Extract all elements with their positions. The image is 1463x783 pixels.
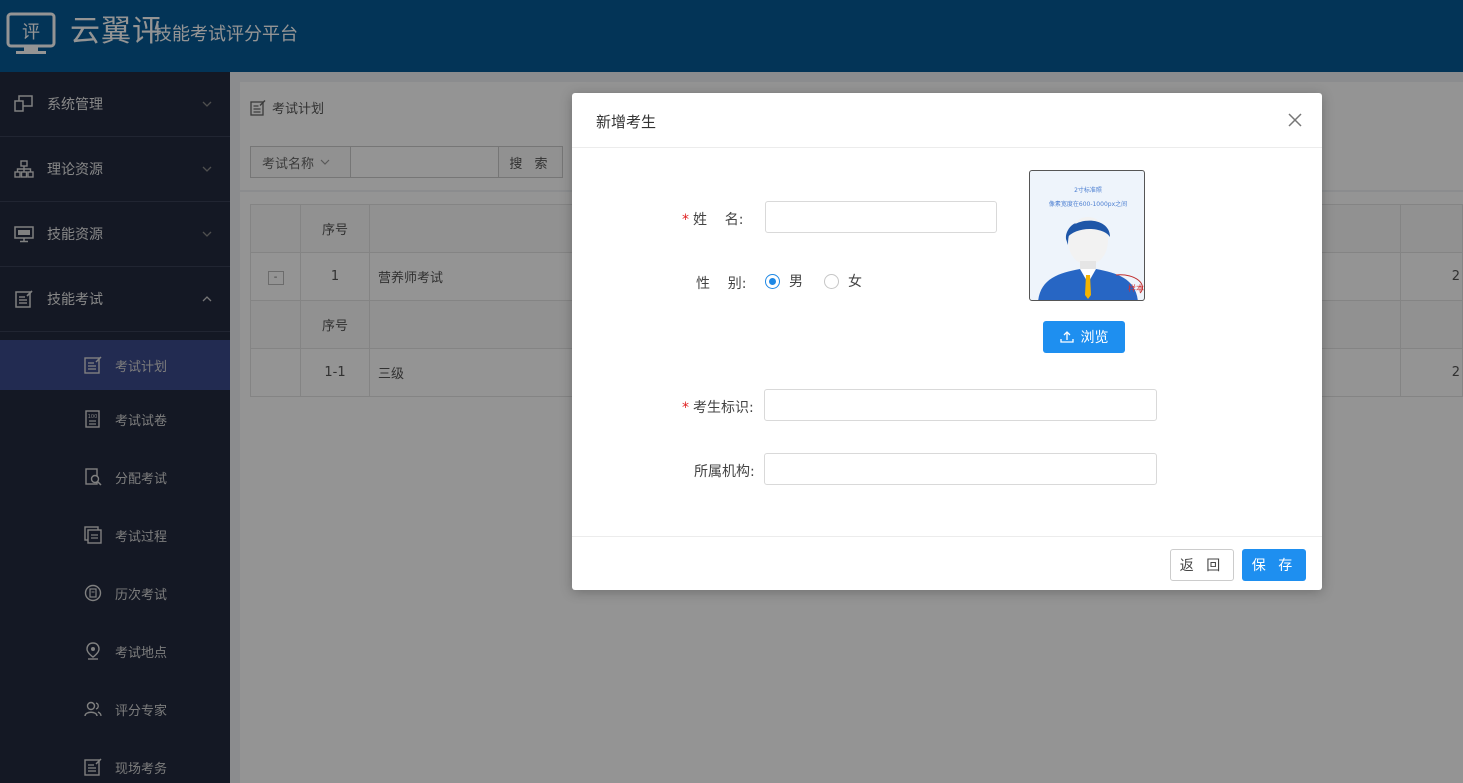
name-label-wrap: * 姓 名: bbox=[682, 209, 744, 229]
save-button[interactable]: 保 存 bbox=[1242, 549, 1306, 581]
examinee-id-label-wrap: * 考生标识: bbox=[682, 397, 754, 417]
photo-sample-stamp: 样本 bbox=[1128, 283, 1144, 293]
gender-label-wrap: 性 别: bbox=[696, 273, 747, 293]
browse-button[interactable]: 浏览 bbox=[1043, 321, 1125, 353]
dialog-header: 新增考生 bbox=[572, 93, 1322, 148]
dialog-title: 新增考生 bbox=[596, 113, 657, 131]
required-asterisk: * bbox=[682, 212, 689, 228]
photo-hint-line2: 像素宽度在600-1000px之间 bbox=[1048, 201, 1128, 208]
required-asterisk: * bbox=[682, 400, 689, 416]
gender-radio-male[interactable] bbox=[765, 273, 780, 289]
gender-radio-female[interactable] bbox=[824, 273, 839, 289]
examinee-id-label: 考生标识: bbox=[693, 400, 754, 416]
back-button[interactable]: 返 回 bbox=[1170, 549, 1234, 581]
org-input[interactable] bbox=[764, 453, 1157, 485]
close-icon[interactable] bbox=[1288, 113, 1302, 127]
photo-preview: 2寸标准照 像素宽度在600-1000px之间 样本 bbox=[1029, 170, 1145, 301]
browse-button-label: 浏览 bbox=[1080, 330, 1109, 346]
name-input[interactable] bbox=[765, 201, 997, 233]
upload-icon bbox=[1059, 331, 1074, 343]
org-label: 所属机构: bbox=[694, 464, 755, 480]
add-examinee-dialog: 新增考生 * 姓 名: 性 别: 男 女 2寸标准照 像素宽度在600-1000p… bbox=[572, 93, 1322, 590]
photo-hint-line1: 2寸标准照 bbox=[1074, 187, 1102, 194]
examinee-id-input[interactable] bbox=[764, 389, 1157, 421]
name-label: 姓 名: bbox=[693, 212, 744, 228]
gender-option-male[interactable]: 男 bbox=[789, 271, 803, 291]
gender-option-female[interactable]: 女 bbox=[848, 271, 862, 291]
gender-label: 性 别: bbox=[696, 276, 747, 292]
gender-radio-group: 男 女 bbox=[765, 271, 862, 291]
org-label-wrap: 所属机构: bbox=[694, 461, 755, 481]
dialog-footer: 返 回 保 存 bbox=[572, 536, 1322, 590]
person-silhouette-icon: 样本 bbox=[1038, 217, 1144, 300]
